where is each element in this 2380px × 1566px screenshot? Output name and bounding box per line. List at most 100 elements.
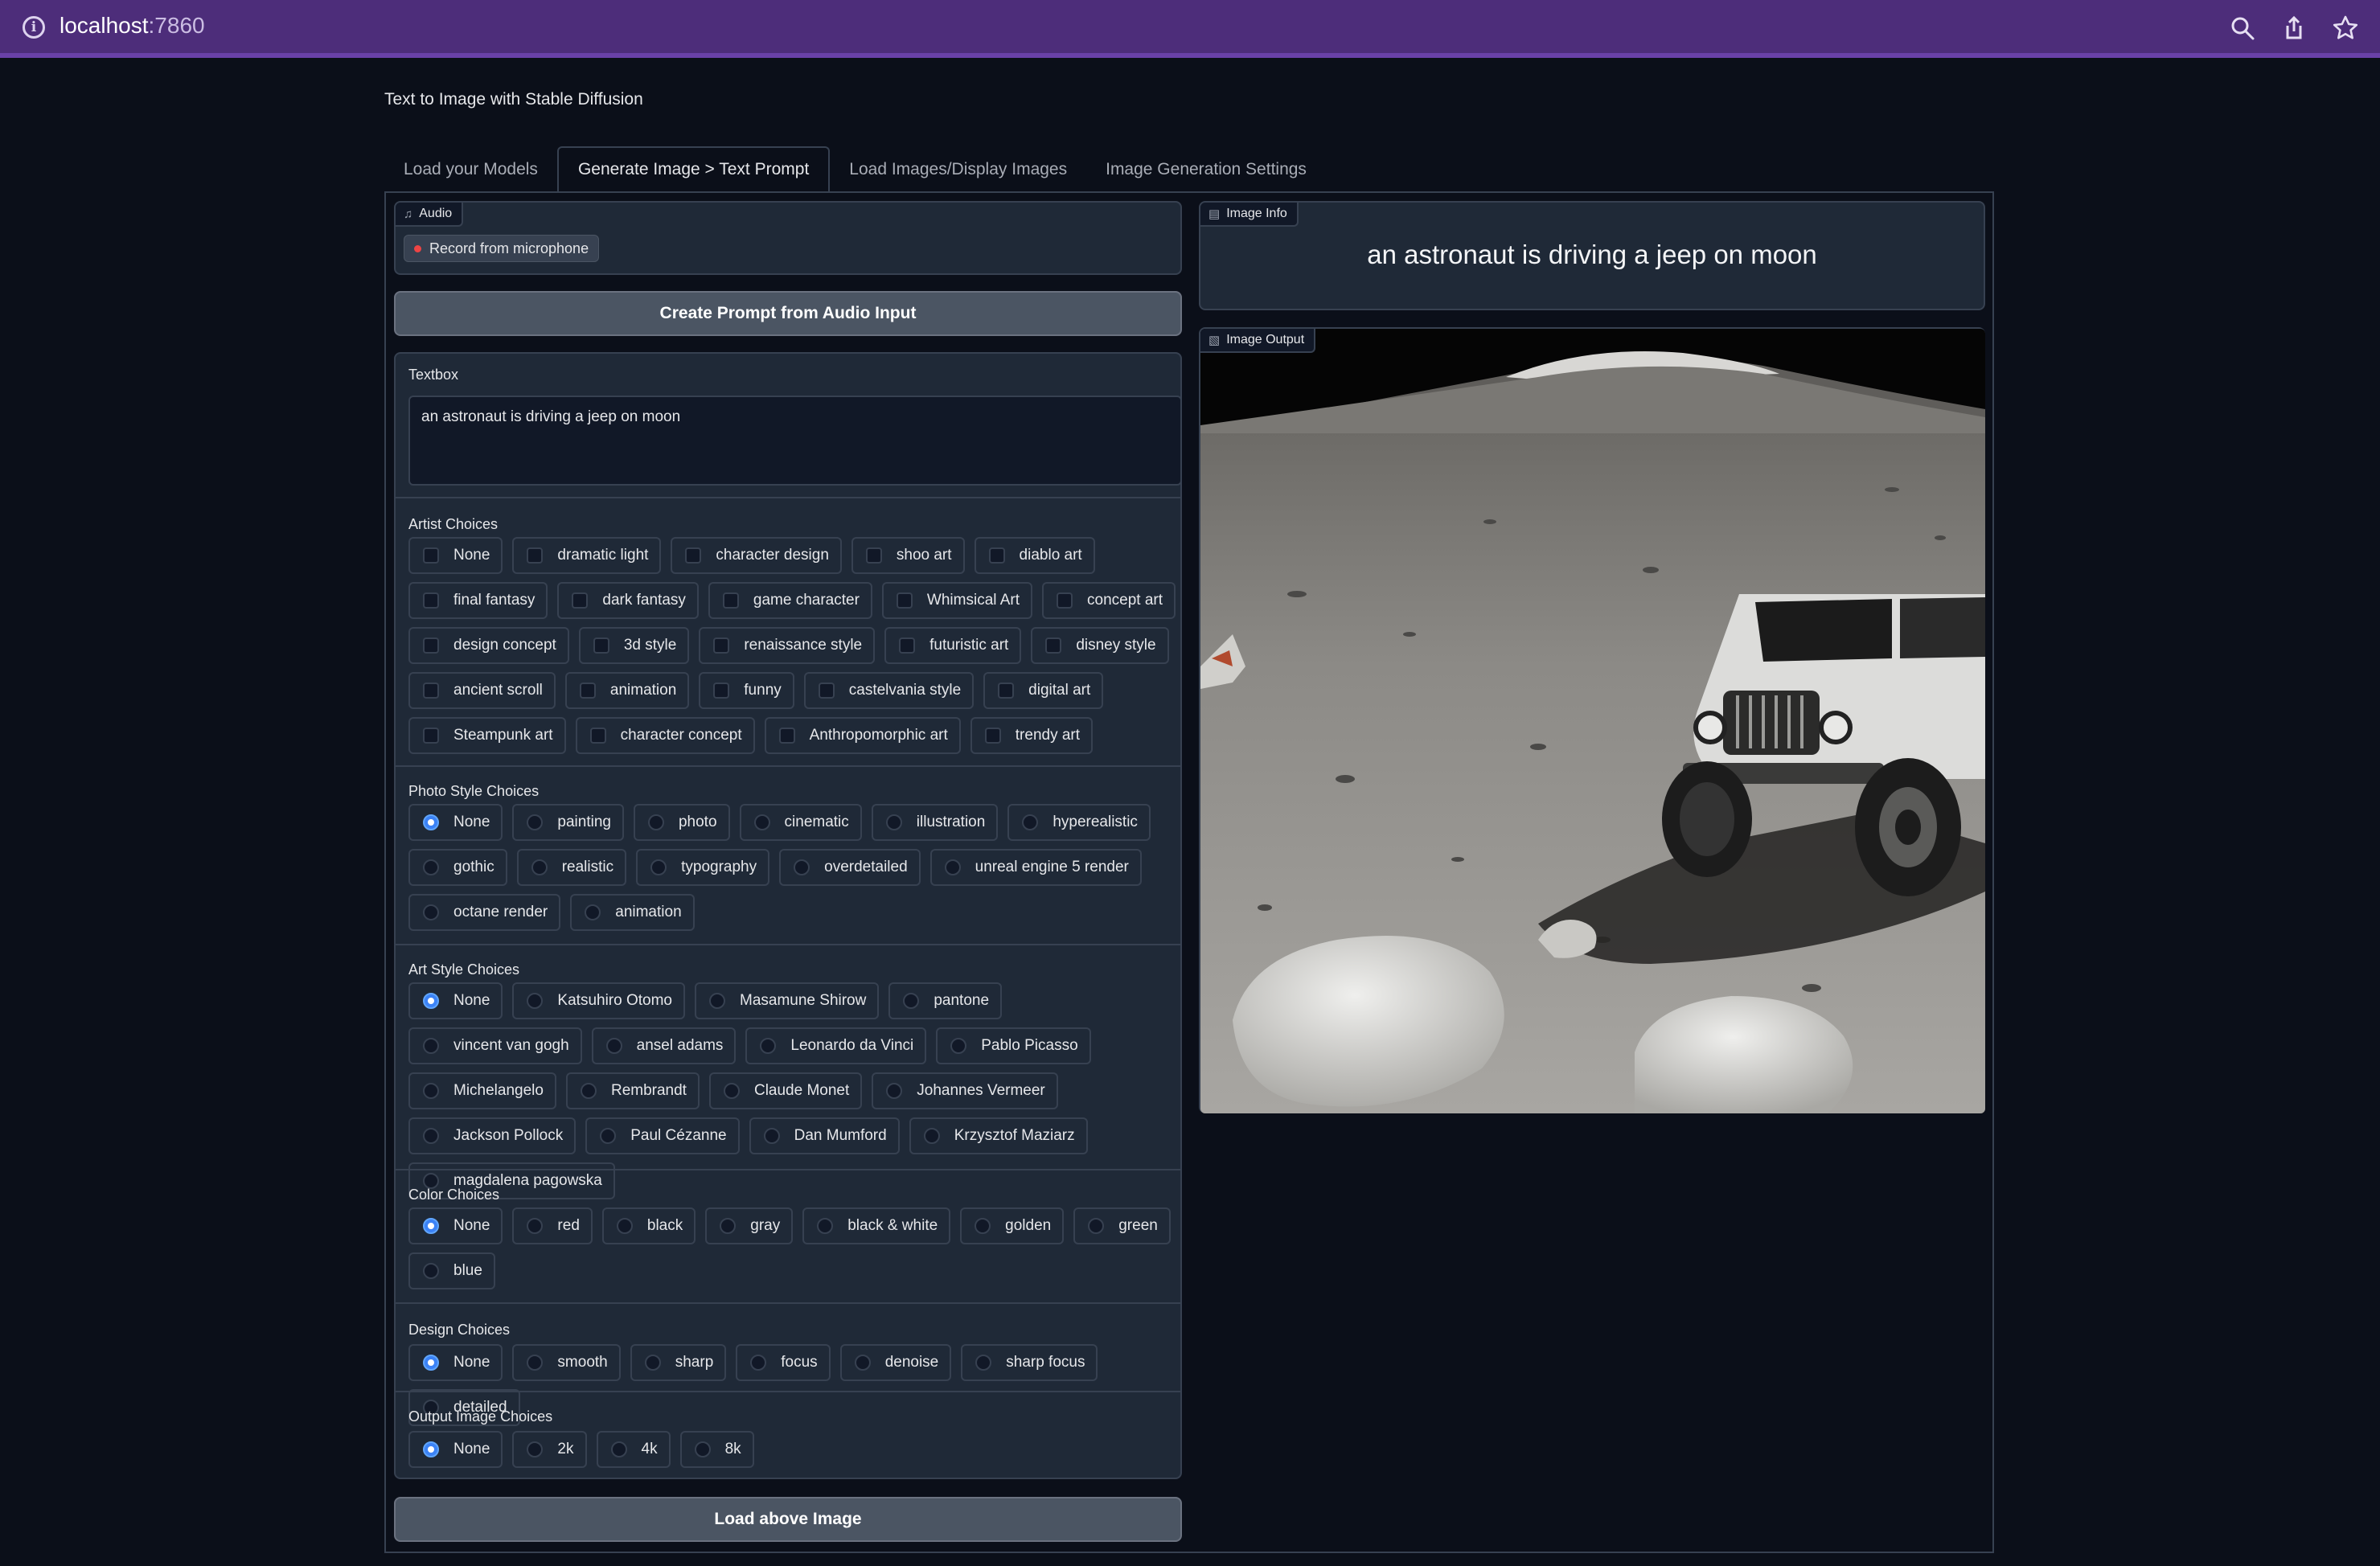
checkbox[interactable]	[984, 728, 1001, 744]
radio-button[interactable]	[950, 1038, 967, 1054]
checkbox-option[interactable]: 3d style	[578, 627, 690, 664]
radio-button[interactable]	[580, 1083, 597, 1099]
radio-button[interactable]	[616, 1218, 633, 1234]
checkbox[interactable]	[423, 637, 439, 654]
radio-option[interactable]: realistic	[516, 849, 627, 886]
checkbox-option[interactable]: renaissance style	[699, 627, 876, 664]
info-icon[interactable]: i	[23, 16, 45, 39]
checkbox-option[interactable]: Whimsical Art	[881, 582, 1032, 619]
radio-button[interactable]	[423, 1038, 439, 1054]
radio-option[interactable]: sharp focus	[961, 1344, 1098, 1381]
checkbox-option[interactable]: concept art	[1042, 582, 1176, 619]
radio-option[interactable]: None	[408, 804, 503, 841]
checkbox-option[interactable]: disney style	[1031, 627, 1169, 664]
radio-button[interactable]	[600, 1128, 617, 1144]
checkbox[interactable]	[1057, 592, 1073, 609]
radio-option[interactable]: black & white	[802, 1207, 951, 1244]
checkbox-option[interactable]: animation	[564, 672, 690, 709]
checkbox[interactable]	[423, 683, 439, 699]
checkbox[interactable]	[1045, 637, 1062, 654]
radio-button[interactable]	[750, 1355, 767, 1371]
radio-button[interactable]	[975, 1218, 991, 1234]
checkbox[interactable]	[685, 547, 702, 564]
radio-button[interactable]	[650, 859, 667, 875]
radio-option[interactable]: pantone	[888, 982, 1003, 1019]
radio-option[interactable]: illustration	[871, 804, 999, 841]
prompt-textarea[interactable]: an astronaut is driving a jeep on moon	[408, 396, 1182, 486]
zoom-icon[interactable]	[2229, 14, 2256, 42]
radio-option[interactable]: cinematic	[739, 804, 862, 841]
checkbox[interactable]	[778, 728, 795, 744]
checkbox-option[interactable]: Anthropomorphic art	[764, 717, 961, 754]
radio-button[interactable]	[423, 1263, 439, 1279]
radio-option[interactable]: hyperealistic	[1007, 804, 1151, 841]
radio-option[interactable]: unreal engine 5 render	[929, 849, 1142, 886]
radio-button[interactable]	[720, 1218, 737, 1234]
radio-option[interactable]: Krzysztof Maziarz	[909, 1117, 1088, 1154]
radio-button[interactable]	[527, 993, 544, 1009]
radio-option[interactable]: None	[408, 1344, 503, 1381]
radio-button[interactable]	[923, 1128, 940, 1144]
checkbox[interactable]	[423, 547, 439, 564]
radio-option[interactable]: Katsuhiro Otomo	[512, 982, 685, 1019]
radio-button-selected[interactable]	[423, 1441, 439, 1457]
radio-option[interactable]: None	[408, 1431, 503, 1468]
checkbox[interactable]	[988, 547, 1005, 564]
tab-load-models[interactable]: Load your Models	[384, 146, 557, 193]
checkbox-option[interactable]: None	[408, 537, 503, 574]
radio-button[interactable]	[903, 993, 920, 1009]
radio-option[interactable]: denoise	[839, 1344, 952, 1381]
checkbox-option[interactable]: Steampunk art	[408, 717, 566, 754]
checkbox-option[interactable]: funny	[699, 672, 794, 709]
radio-option[interactable]: None	[408, 982, 503, 1019]
checkbox-option[interactable]: dramatic light	[512, 537, 662, 574]
radio-button-selected[interactable]	[423, 1355, 439, 1371]
tab-load-display-images[interactable]: Load Images/Display Images	[830, 146, 1086, 193]
radio-button[interactable]	[423, 904, 439, 920]
radio-option[interactable]: ansel adams	[591, 1027, 737, 1064]
checkbox-option[interactable]: trendy art	[970, 717, 1094, 754]
checkbox-option[interactable]: game character	[708, 582, 872, 619]
radio-button[interactable]	[585, 904, 601, 920]
radio-button[interactable]	[610, 1441, 627, 1457]
checkbox-option[interactable]: digital art	[983, 672, 1104, 709]
radio-button[interactable]	[975, 1355, 992, 1371]
radio-option[interactable]: Claude Monet	[708, 1072, 863, 1109]
radio-button[interactable]	[885, 814, 902, 830]
record-microphone-button[interactable]: Record from microphone	[404, 235, 600, 262]
radio-button[interactable]	[531, 859, 548, 875]
radio-option[interactable]: Rembrandt	[565, 1072, 700, 1109]
radio-option[interactable]: sharp	[630, 1344, 727, 1381]
radio-button[interactable]	[694, 1441, 711, 1457]
checkbox[interactable]	[713, 637, 730, 654]
radio-option[interactable]: Pablo Picasso	[936, 1027, 1091, 1064]
radio-option[interactable]: photo	[633, 804, 730, 841]
star-icon[interactable]	[2332, 14, 2359, 42]
checkbox-option[interactable]: dark fantasy	[557, 582, 699, 619]
radio-option[interactable]: None	[408, 1207, 503, 1244]
load-above-image-button[interactable]: Load above Image	[394, 1497, 1182, 1542]
radio-option[interactable]: smooth	[512, 1344, 621, 1381]
checkbox-option[interactable]: design concept	[408, 627, 569, 664]
radio-button[interactable]	[1088, 1218, 1105, 1234]
checkbox[interactable]	[818, 683, 835, 699]
checkbox[interactable]	[579, 683, 596, 699]
radio-button[interactable]	[763, 1128, 780, 1144]
url-field[interactable]: localhost:7860	[60, 13, 205, 39]
checkbox-option[interactable]: ancient scroll	[408, 672, 556, 709]
radio-option[interactable]: animation	[570, 894, 695, 931]
checkbox[interactable]	[865, 547, 882, 564]
radio-option[interactable]: 4k	[596, 1431, 671, 1468]
radio-button[interactable]	[527, 814, 544, 830]
radio-button-selected[interactable]	[423, 993, 439, 1009]
checkbox[interactable]	[589, 728, 606, 744]
checkbox-option[interactable]: shoo art	[851, 537, 965, 574]
radio-button[interactable]	[944, 859, 961, 875]
radio-option[interactable]: gray	[705, 1207, 794, 1244]
radio-option[interactable]: blue	[408, 1252, 495, 1289]
radio-button-selected[interactable]	[423, 814, 439, 830]
radio-button[interactable]	[723, 1083, 740, 1099]
radio-button[interactable]	[527, 1441, 544, 1457]
share-icon[interactable]	[2280, 14, 2308, 42]
radio-button[interactable]	[854, 1355, 871, 1371]
